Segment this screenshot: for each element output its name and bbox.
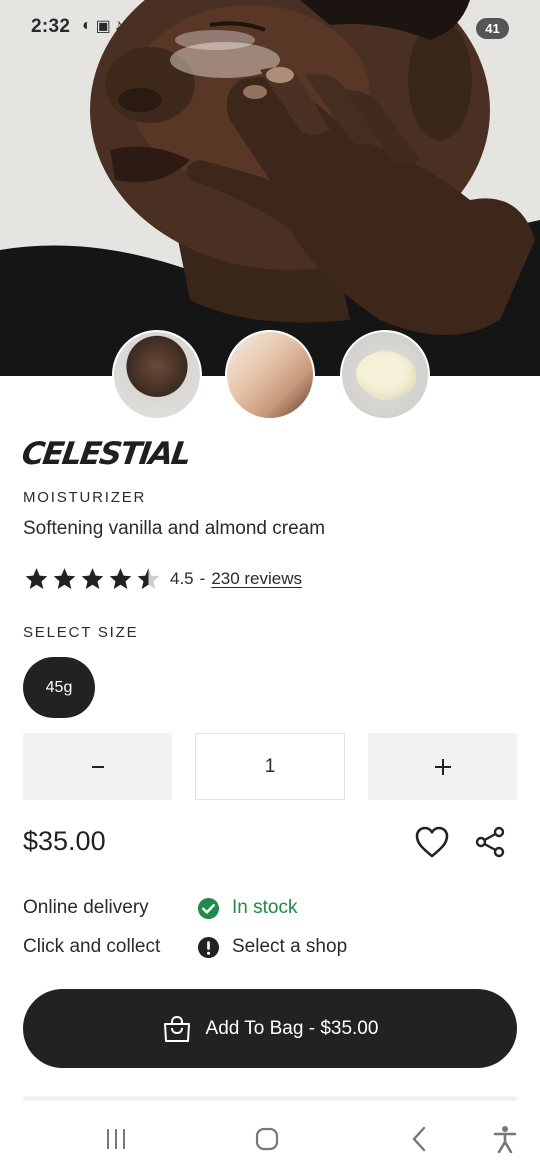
quantity-input[interactable]: [195, 733, 345, 800]
status-time: 2:32: [31, 16, 71, 37]
recent-apps-button[interactable]: [98, 1122, 134, 1156]
messenger-icon: ◐: [82, 17, 92, 34]
model-applying-cream-illustration: [0, 0, 540, 376]
hero-product-image: [0, 0, 540, 376]
home-icon: [255, 1127, 279, 1151]
tiktok-icon: ♪: [114, 17, 123, 34]
shopping-bag-icon: [163, 1015, 190, 1042]
back-icon: [412, 1126, 426, 1152]
product-rating: 4.5 - 230 reviews: [23, 566, 302, 592]
check-circle-icon: [197, 897, 220, 919]
click-and-collect-row: Click and collect Select a shop: [23, 934, 523, 960]
reviews-link[interactable]: 230 reviews: [211, 569, 302, 589]
thumbnail-skin-closeup[interactable]: [225, 330, 315, 420]
product-tagline: Softening vanilla and almond cream: [23, 518, 326, 539]
system-navigation-bar: [0, 1108, 540, 1170]
thumbnail-model[interactable]: [112, 330, 202, 420]
notification-icons: ◐ ▣ ♪ ·: [82, 16, 132, 36]
star-full-icon: [81, 568, 104, 589]
accessibility-icon: [493, 1126, 517, 1153]
thumbnail-cream-texture[interactable]: [340, 330, 430, 420]
more-dots-icon: ·: [126, 17, 133, 34]
section-divider: [23, 1096, 517, 1101]
rating-value: 4.5: [170, 569, 194, 588]
image-thumbnails: [112, 330, 432, 422]
product-price: $35.00: [23, 826, 106, 856]
accessibility-button[interactable]: [487, 1122, 523, 1156]
quantity-increase-button[interactable]: [368, 733, 517, 800]
share-icon[interactable]: [474, 826, 506, 858]
status-bar: 2:32 ◐ ▣ ♪ · 41: [0, 0, 540, 56]
screenshot-icon: ▣: [95, 18, 111, 35]
back-button[interactable]: [401, 1122, 437, 1156]
heart-icon[interactable]: [414, 825, 450, 859]
click-and-collect-label: Click and collect: [23, 936, 161, 957]
select-size-label: SELECT SIZE: [23, 624, 139, 641]
recent-apps-icon: [107, 1129, 125, 1149]
add-to-bag-label: Add To Bag - $35.00: [205, 1017, 379, 1039]
minus-icon: [91, 765, 104, 768]
select-shop-link[interactable]: Select a shop: [232, 936, 347, 958]
online-delivery-label: Online delivery: [23, 897, 149, 918]
battery-indicator: 41: [476, 18, 509, 39]
quantity-decrease-button[interactable]: [23, 733, 172, 800]
star-full-icon: [25, 568, 48, 589]
size-option-45g[interactable]: 45g: [23, 657, 95, 718]
star-half-icon: [137, 568, 160, 589]
star-full-icon: [53, 568, 76, 589]
product-name: CELESTIAL: [19, 436, 192, 472]
plus-icon: [434, 758, 451, 775]
product-category: MOISTURIZER: [23, 489, 147, 506]
rating-stars: [23, 566, 162, 592]
exclamation-circle-icon: [197, 936, 220, 958]
rating-separator: -: [199, 569, 206, 588]
home-button[interactable]: [249, 1122, 285, 1156]
star-full-icon: [109, 568, 132, 589]
stock-status: In stock: [232, 897, 298, 918]
add-to-bag-button[interactable]: Add To Bag - $35.00: [23, 989, 517, 1068]
online-delivery-row: Online delivery In stock: [23, 895, 523, 921]
